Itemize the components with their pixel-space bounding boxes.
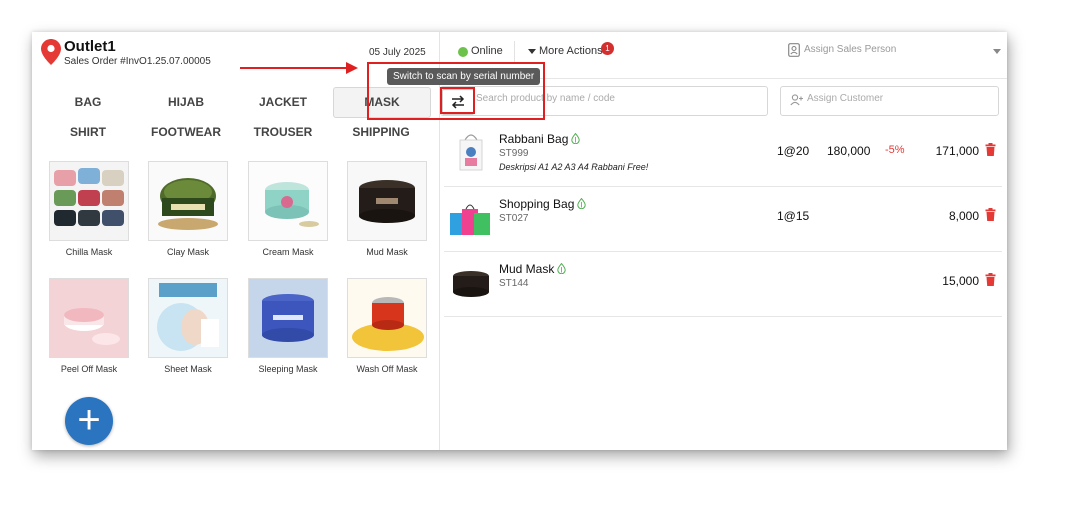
cart-item-total: 171,000	[935, 144, 979, 158]
product-panel: Outlet1 Sales Order #InvO1.25.07.00005 0…	[32, 32, 440, 450]
cart-item-total: 8,000	[948, 209, 979, 223]
product-thumbnail	[459, 134, 483, 171]
product-name: Sheet Mask	[164, 364, 212, 374]
product-image	[248, 278, 328, 358]
product-image	[248, 161, 328, 241]
product-name: Clay Mask	[166, 247, 209, 257]
cart-item-discount: -5%	[885, 144, 905, 156]
cart-item-price: 180,000	[827, 144, 871, 158]
trash-icon[interactable]	[985, 208, 996, 221]
product-card[interactable]: Sheet Mask	[147, 278, 229, 374]
trash-icon[interactable]	[985, 143, 996, 156]
product-image	[347, 278, 427, 358]
cart-item[interactable]: Mud Mask ST144 15,000	[444, 252, 1002, 317]
cart-item-code: ST999	[499, 148, 529, 159]
leaf-icon	[577, 198, 587, 209]
location-pin-icon	[41, 39, 61, 65]
cart-item-name: Rabbani Bag	[499, 132, 581, 146]
product-name: Mud Mask	[366, 247, 408, 257]
outlet-name: Outlet1	[64, 38, 116, 55]
product-name: Cream Mask	[262, 247, 314, 257]
cart-item-name: Shopping Bag	[499, 197, 587, 211]
product-card[interactable]: Chilla Mask	[48, 161, 130, 257]
product-image	[148, 278, 228, 358]
search-placeholder: Search product by name / code	[476, 93, 615, 104]
tooltip: Switch to scan by serial number	[387, 68, 541, 85]
cart-item-description: Deskripsi A1 A2 A3 A4 Rabbani Free!	[499, 162, 649, 172]
pos-window: Outlet1 Sales Order #InvO1.25.07.00005 0…	[32, 32, 1007, 450]
assign-sales-person[interactable]: Assign Sales Person	[804, 44, 896, 55]
leaf-icon	[557, 263, 567, 274]
category-mask[interactable]: MASK	[333, 87, 431, 118]
product-card[interactable]: Sleeping Mask	[247, 278, 329, 374]
id-badge-icon	[788, 43, 800, 57]
product-image	[49, 161, 129, 241]
category-footwear[interactable]: FOOTWEAR	[141, 118, 231, 146]
cart-item[interactable]: Rabbani Bag ST999 Deskripsi A1 A2 A3 A4 …	[444, 122, 1002, 187]
scan-mode-toggle-button[interactable]	[442, 89, 474, 115]
cart-item-code: ST144	[499, 278, 529, 289]
product-image	[148, 161, 228, 241]
category-trouser[interactable]: TROUSER	[238, 118, 328, 146]
category-bag[interactable]: BAG	[43, 88, 133, 116]
cart-panel: Online More Actions 1 Assign Sales Perso…	[440, 32, 1007, 450]
category-jacket[interactable]: JACKET	[238, 88, 328, 116]
notification-badge: 1	[601, 42, 614, 55]
product-card[interactable]: Wash Off Mask	[346, 278, 428, 374]
online-status: Online	[471, 45, 503, 57]
more-actions-button[interactable]: More Actions	[528, 45, 603, 57]
product-thumbnail	[450, 204, 490, 235]
category-shipping[interactable]: SHIPPING	[336, 118, 426, 146]
category-hijab[interactable]: HIJAB	[141, 88, 231, 116]
product-name: Wash Off Mask	[356, 364, 418, 374]
product-thumbnail	[453, 271, 489, 297]
online-status-dot	[458, 47, 468, 57]
product-name: Peel Off Mask	[60, 364, 118, 374]
cart-item-qty[interactable]: 1@20	[777, 144, 809, 158]
cart-item-name: Mud Mask	[499, 262, 567, 276]
product-card[interactable]: Mud Mask	[346, 161, 428, 257]
cart-item-qty[interactable]: 1@15	[777, 209, 809, 223]
header-divider	[514, 41, 515, 63]
chevron-down-icon[interactable]	[993, 49, 1001, 54]
product-card[interactable]: Peel Off Mask	[48, 278, 130, 374]
leaf-icon	[571, 133, 581, 144]
add-user-icon	[790, 94, 803, 106]
product-card[interactable]: Clay Mask	[147, 161, 229, 257]
cart-item-code: ST027	[499, 213, 529, 224]
more-actions-label: More Actions	[539, 45, 603, 57]
product-card[interactable]: Cream Mask	[247, 161, 329, 257]
cart-item[interactable]: Shopping Bag ST027 1@15 8,000	[444, 187, 1002, 252]
swap-arrows-icon	[451, 95, 465, 109]
sales-order-number: Sales Order #InvO1.25.07.00005	[64, 56, 211, 67]
cart-item-total: 15,000	[942, 274, 979, 288]
assign-customer-placeholder: Assign Customer	[807, 93, 884, 104]
add-product-button[interactable]: +	[65, 397, 113, 445]
trash-icon[interactable]	[985, 273, 996, 286]
product-image	[49, 278, 129, 358]
order-date: 05 July 2025	[369, 47, 426, 58]
product-name: Sleeping Mask	[258, 364, 318, 374]
product-name: Chilla Mask	[65, 247, 113, 257]
caret-down-icon	[528, 48, 536, 54]
category-shirt[interactable]: SHIRT	[43, 118, 133, 146]
product-image	[347, 161, 427, 241]
